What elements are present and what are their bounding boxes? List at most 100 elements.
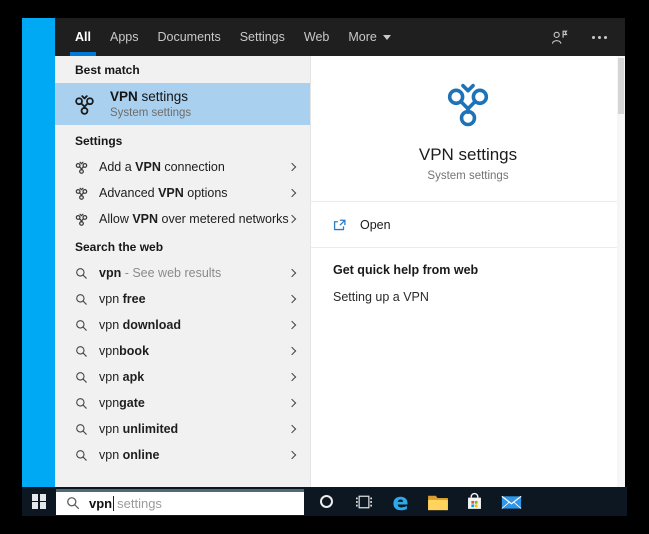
chevron-right-icon — [287, 346, 297, 356]
settings-result-row[interactable]: Advanced VPN options — [55, 180, 310, 206]
search-icon — [75, 267, 88, 280]
web-search-row[interactable]: vpn online — [55, 442, 310, 468]
header-actions — [551, 18, 607, 56]
search-icon — [75, 319, 88, 332]
preview-title: VPN settings — [418, 145, 518, 164]
search-icon — [75, 345, 88, 358]
web-search-row[interactable]: vpn unlimited — [55, 416, 310, 442]
chevron-right-icon — [287, 320, 297, 330]
preview-hero: VPN settings System settings — [311, 56, 625, 202]
row-text: Allow VPN over metered networks — [99, 212, 289, 226]
text-part: vpn — [99, 422, 123, 436]
vpn-icon — [445, 81, 491, 127]
text-part: vpn — [99, 318, 123, 332]
row-text: vpn online — [99, 448, 159, 462]
text-part: vpn — [99, 396, 120, 410]
text-part: Advanced — [99, 186, 159, 200]
file-explorer-button[interactable] — [419, 487, 456, 516]
tab-label: All — [75, 30, 91, 44]
text-part: connection — [160, 160, 225, 174]
tab-all[interactable]: All — [70, 18, 96, 56]
web-search-row[interactable]: vpn apk — [55, 364, 310, 390]
text-part: apk — [122, 370, 145, 384]
taskbar-search-input[interactable]: vpn settings — [56, 488, 304, 515]
vpn-icon — [75, 161, 88, 174]
row-text: vpn apk — [99, 370, 144, 384]
best-match-subtitle: System settings — [110, 107, 192, 119]
scrollbar-thumb[interactable] — [618, 58, 624, 114]
web-search-row[interactable]: vpn download — [55, 312, 310, 338]
text-part: VPN — [158, 186, 184, 200]
chevron-right-icon — [287, 424, 297, 434]
text-caret — [113, 495, 115, 511]
text-part: book — [119, 344, 150, 358]
vpn-icon — [75, 187, 88, 200]
text-part: VPN — [135, 160, 161, 174]
text-part: gate — [119, 396, 145, 410]
settings-result-row[interactable]: Add a VPN connection — [55, 154, 310, 180]
vpn-icon — [74, 94, 95, 115]
open-label: Open — [360, 217, 391, 232]
section-label-search-the-web: Search the web — [75, 240, 164, 254]
search-filter-bar: All Apps Documents Settings Web More — [55, 18, 625, 56]
settings-result-row[interactable]: Allow VPN over metered networks — [55, 206, 310, 232]
text-part: Allow — [99, 212, 133, 226]
windows-start-icon — [31, 494, 47, 509]
search-icon — [66, 496, 80, 510]
start-button[interactable] — [22, 487, 56, 516]
task-view-icon — [355, 493, 373, 511]
search-icon — [75, 449, 88, 462]
web-search-row[interactable]: vpnbook — [55, 338, 310, 364]
tab-label: More — [348, 30, 377, 44]
web-search-row[interactable]: vpngate — [55, 390, 310, 416]
ellipsis-icon[interactable] — [592, 35, 607, 39]
text-part: vpn — [99, 292, 123, 306]
text-part: online — [122, 448, 160, 462]
tab-apps[interactable]: Apps — [110, 18, 139, 56]
feedback-icon[interactable] — [551, 29, 568, 46]
search-flyout: All Apps Documents Settings Web More Best mat… — [55, 18, 625, 487]
chevron-right-icon — [287, 162, 297, 172]
preview-panel: VPN settings System settings Open Get qu… — [310, 56, 625, 487]
text-part: vpn — [99, 266, 122, 280]
search-suggestion-text: settings — [117, 495, 162, 511]
row-text: vpn unlimited — [99, 422, 178, 436]
text-part: - See web results — [121, 266, 222, 280]
flyout-body: Best match VPN settings System settings Se… — [55, 56, 625, 487]
help-link[interactable]: Setting up a VPN — [333, 290, 603, 304]
text-part: vpn — [99, 370, 123, 384]
tab-label: Documents — [157, 30, 221, 44]
web-search-row[interactable]: vpn - See web results — [55, 260, 310, 286]
row-text: vpn - See web results — [99, 266, 221, 280]
quick-help-section: Get quick help from web Setting up a VPN — [311, 248, 625, 319]
text-part: options — [183, 186, 228, 200]
scrollbar[interactable] — [617, 56, 625, 487]
text-part: over metered networks — [158, 212, 289, 226]
mail-button[interactable] — [493, 487, 530, 516]
search-icon — [75, 423, 88, 436]
edge-button[interactable]: e — [382, 487, 419, 516]
quick-help-header: Get quick help from web — [333, 263, 479, 277]
best-match-result[interactable]: VPN settings System settings — [55, 83, 310, 125]
tab-label: Apps — [109, 30, 139, 44]
web-search-row[interactable]: vpn free — [55, 286, 310, 312]
chevron-right-icon — [287, 268, 297, 278]
tab-settings[interactable]: Settings — [240, 18, 285, 56]
tab-documents[interactable]: Documents — [157, 18, 220, 56]
task-view-button[interactable] — [345, 487, 382, 516]
row-text: vpngate — [99, 396, 145, 410]
cortana-button[interactable] — [308, 487, 345, 516]
open-action[interactable]: Open — [311, 202, 625, 248]
filter-tabs: All Apps Documents Settings Web More — [70, 18, 410, 56]
search-icon — [75, 293, 88, 306]
search-icon — [75, 371, 88, 384]
tab-more[interactable]: More — [348, 18, 391, 56]
open-in-new-window-icon — [333, 218, 347, 232]
row-text: Advanced VPN options — [99, 186, 228, 200]
chevron-right-icon — [287, 188, 297, 198]
edge-icon: e — [392, 487, 409, 516]
text-part: free — [122, 292, 146, 306]
tab-web[interactable]: Web — [304, 18, 329, 56]
best-match-text: VPN settings System settings — [110, 89, 191, 119]
store-button[interactable] — [456, 487, 493, 516]
